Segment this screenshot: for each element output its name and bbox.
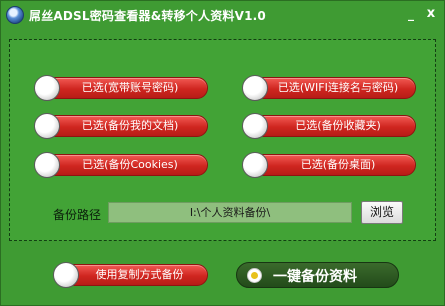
browse-button[interactable]: 浏览 [361, 201, 403, 224]
option-label: 已选(宽带账号密码) [81, 81, 179, 94]
radio-button-icon[interactable] [34, 152, 60, 178]
option-pill: 已选(宽带账号密码) [44, 77, 208, 99]
option-copy-mode[interactable]: 使用复制方式备份 [53, 262, 208, 288]
title-bar: 屌丝ADSL密码查看器&转移个人资料V1.0 _ x [1, 1, 444, 29]
radio-button-icon[interactable] [34, 75, 60, 101]
minimize-button[interactable]: _ [402, 6, 420, 22]
one-click-backup-label: 一键备份资料 [273, 269, 357, 285]
radio-button-icon[interactable] [242, 75, 268, 101]
radio-button-icon[interactable] [242, 113, 268, 139]
option-pill: 已选(备份Cookies) [44, 154, 208, 176]
window-title: 屌丝ADSL密码查看器&转移个人资料V1.0 [29, 9, 266, 23]
radio-button-icon[interactable] [34, 113, 60, 139]
option-broadband-account[interactable]: 已选(宽带账号密码) [34, 75, 208, 101]
option-pill: 已选(WIFI连接名与密码) [252, 77, 416, 99]
backup-path-label: 备份路径 [53, 208, 102, 222]
option-label: 已选(备份Cookies) [82, 158, 178, 171]
option-backup-desktop[interactable]: 已选(备份桌面) [242, 152, 416, 178]
option-backup-documents[interactable]: 已选(备份我的文档) [34, 113, 208, 139]
option-pill: 已选(备份我的文档) [44, 115, 208, 137]
app-logo-icon [6, 6, 24, 24]
option-backup-cookies[interactable]: 已选(备份Cookies) [34, 152, 208, 178]
app-window: 屌丝ADSL密码查看器&转移个人资料V1.0 _ x 已选(宽带账号密码) 已选… [0, 0, 445, 306]
radio-button-icon[interactable] [242, 152, 268, 178]
option-pill: 已选(备份收藏夹) [252, 115, 416, 137]
option-label: 已选(WIFI连接名与密码) [277, 81, 399, 94]
option-pill: 已选(备份桌面) [252, 154, 416, 176]
option-label: 已选(备份桌面) [300, 158, 376, 171]
option-backup-favorites[interactable]: 已选(备份收藏夹) [242, 113, 416, 139]
option-label: 已选(备份我的文档) [81, 119, 179, 132]
backup-dot-icon [247, 268, 262, 283]
option-label: 使用复制方式备份 [95, 268, 184, 281]
one-click-backup-button[interactable]: 一键备份资料 [236, 262, 399, 288]
radio-button-icon[interactable] [53, 262, 79, 288]
option-wifi-password[interactable]: 已选(WIFI连接名与密码) [242, 75, 416, 101]
backup-path-input[interactable]: I:\个人资料备份\ [108, 202, 352, 223]
option-label: 已选(备份收藏夹) [295, 119, 381, 132]
close-button[interactable]: x [422, 6, 440, 22]
option-pill: 使用复制方式备份 [63, 264, 208, 286]
